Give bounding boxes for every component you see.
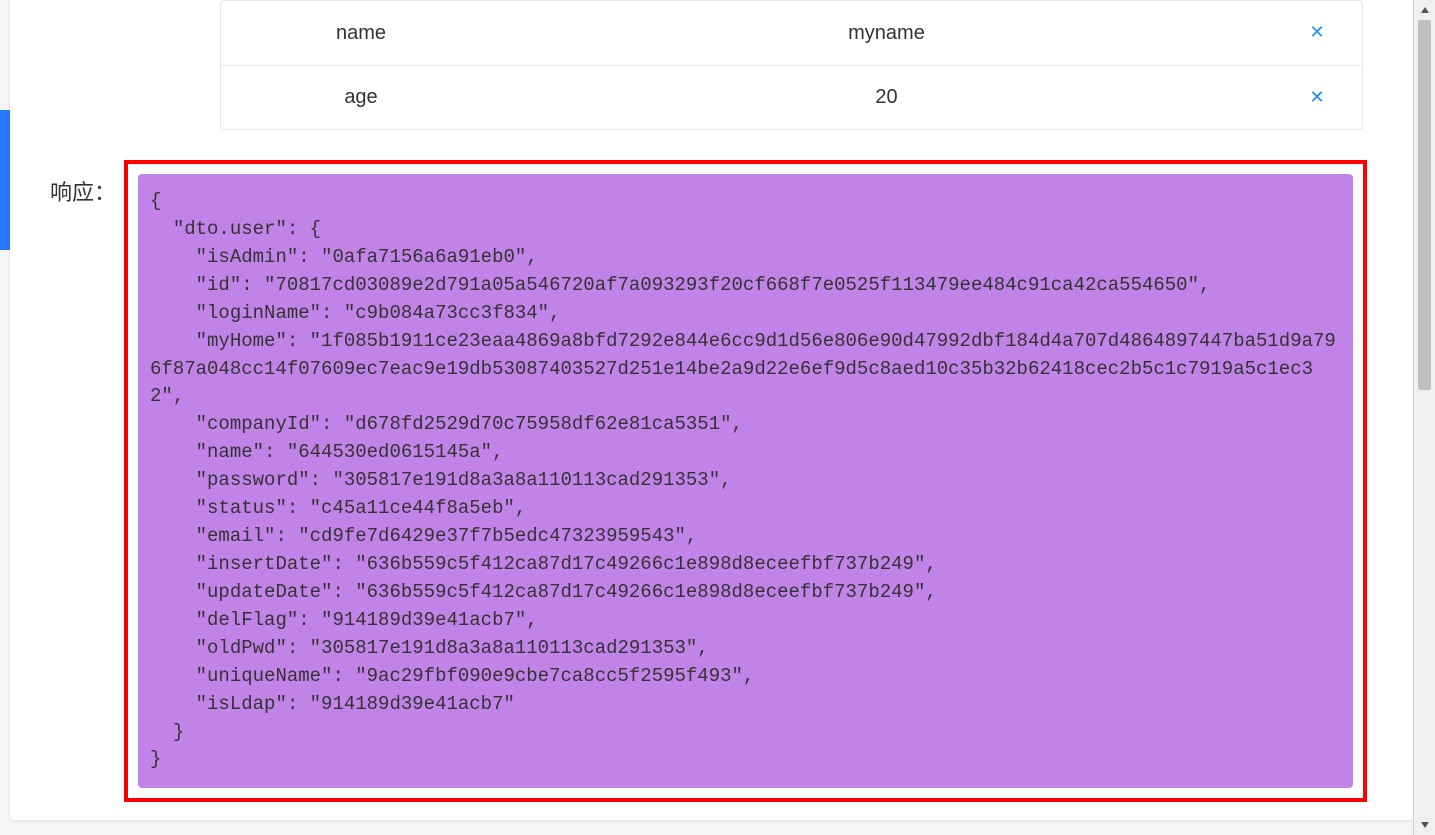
delete-row-icon[interactable]: ✕ <box>1307 23 1327 43</box>
param-key: age <box>221 86 501 109</box>
param-action-cell: ✕ <box>1272 88 1362 108</box>
param-key: name <box>221 22 501 45</box>
response-highlight-box: { "dto.user": { "isAdmin": "0afa7156a6a9… <box>124 160 1367 802</box>
scroll-up-arrow-icon[interactable] <box>1414 0 1435 20</box>
response-label: 响应： <box>50 175 116 207</box>
scroll-down-arrow-icon[interactable] <box>1414 815 1435 835</box>
params-table: name myname ✕ age 20 ✕ <box>220 0 1363 130</box>
param-value: myname <box>501 22 1272 45</box>
content-area: name myname ✕ age 20 ✕ 响应： { "dto.user":… <box>10 0 1413 820</box>
delete-row-icon[interactable]: ✕ <box>1307 88 1327 108</box>
scroll-thumb[interactable] <box>1418 20 1431 390</box>
response-section: 响应： { "dto.user": { "isAdmin": "0afa7156… <box>50 160 1373 802</box>
param-action-cell: ✕ <box>1272 23 1362 43</box>
param-value: 20 <box>501 86 1272 109</box>
sidebar-active-indicator <box>0 110 10 250</box>
vertical-scrollbar[interactable] <box>1413 0 1435 835</box>
response-json[interactable]: { "dto.user": { "isAdmin": "0afa7156a6a9… <box>138 174 1353 788</box>
scroll-track[interactable] <box>1416 20 1433 815</box>
table-row: name myname ✕ <box>221 1 1362 65</box>
main-panel: name myname ✕ age 20 ✕ 响应： { "dto.user":… <box>10 0 1413 820</box>
table-row: age 20 ✕ <box>221 65 1362 129</box>
